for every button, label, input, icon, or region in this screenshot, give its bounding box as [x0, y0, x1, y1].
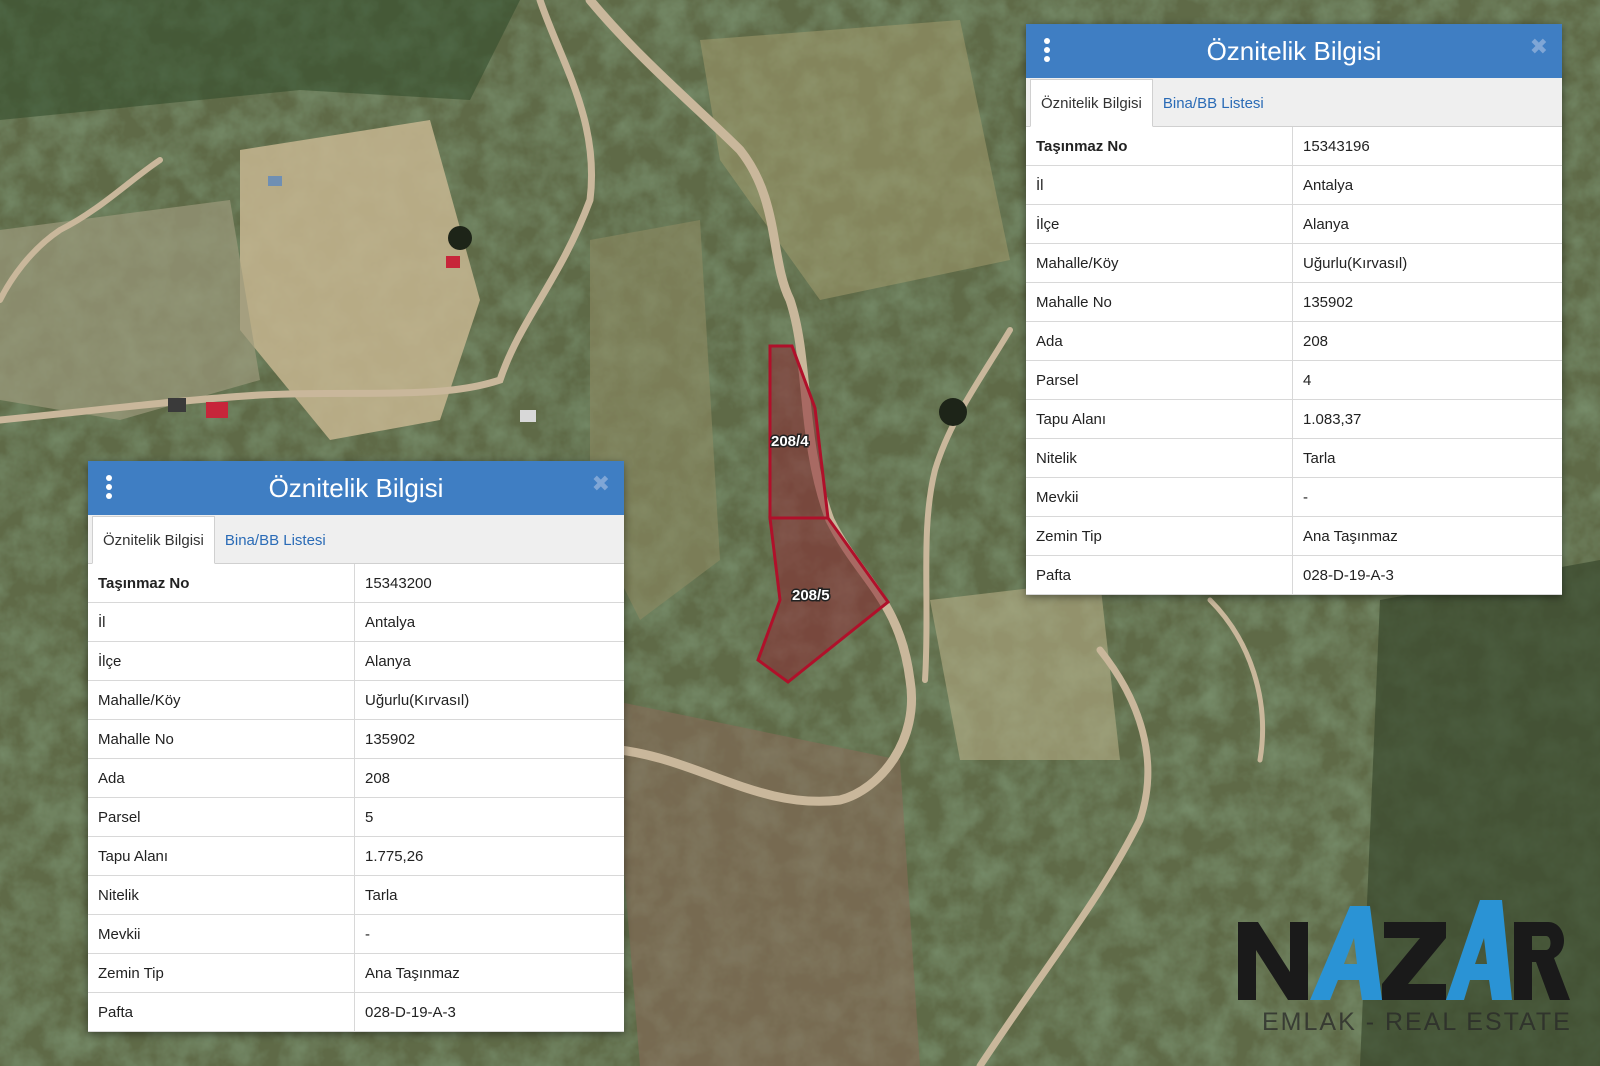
- attribute-table: Taşınmaz No 15343196 İl Antalya İlçe Alanya…: [1026, 127, 1562, 595]
- row-value: Alanya: [1292, 204, 1562, 244]
- row-key: Nitelik: [88, 875, 355, 915]
- table-row: Tapu Alanı 1.775,26: [88, 836, 624, 876]
- row-value: 028-D-19-A-3: [1292, 555, 1562, 595]
- panel-title: Öznitelik Bilgisi: [268, 472, 444, 503]
- vertical-dots-icon[interactable]: [106, 475, 112, 499]
- row-value: Antalya: [354, 602, 624, 642]
- row-key: Mahalle No: [88, 719, 355, 759]
- row-value: Alanya: [354, 641, 624, 681]
- row-key: Mevkii: [1026, 477, 1293, 517]
- table-row: Zemin Tip Ana Taşınmaz: [88, 953, 624, 993]
- attribute-table: Taşınmaz No 15343200 İl Antalya İlçe Alanya…: [88, 564, 624, 1032]
- panel-header: Öznitelik Bilgisi ✖: [88, 461, 624, 515]
- table-row: Mahalle/Köy Uğurlu(Kırvasıl): [1026, 243, 1562, 283]
- table-row: Taşınmaz No 15343196: [1026, 127, 1562, 166]
- panel-tabs: Öznitelik Bilgisi Bina/BB Listesi: [1026, 78, 1562, 127]
- panel-title: Öznitelik Bilgisi: [1206, 35, 1382, 66]
- row-value: Uğurlu(Kırvasıl): [1292, 243, 1562, 283]
- table-row: Parsel 4: [1026, 360, 1562, 400]
- table-row: İlçe Alanya: [1026, 204, 1562, 244]
- table-row: Mevkii -: [88, 914, 624, 954]
- tab-oznitelik-bilgisi[interactable]: Öznitelik Bilgisi: [1030, 79, 1153, 127]
- row-value: 4: [1292, 360, 1562, 400]
- nazar-emlak-logo: EMLAK - REAL ESTATE: [1232, 900, 1572, 1050]
- close-icon[interactable]: ✖: [1530, 36, 1548, 58]
- panel-header: Öznitelik Bilgisi ✖: [1026, 24, 1562, 78]
- row-value: 208: [1292, 321, 1562, 361]
- table-row: Pafta 028-D-19-A-3: [88, 992, 624, 1032]
- row-value: 135902: [354, 719, 624, 759]
- row-key: Parsel: [1026, 360, 1293, 400]
- row-value: Antalya: [1292, 165, 1562, 205]
- row-key: Parsel: [88, 797, 355, 837]
- row-key: Ada: [1026, 321, 1293, 361]
- table-row: İlçe Alanya: [88, 641, 624, 681]
- attribute-panel-right: Öznitelik Bilgisi ✖ Öznitelik Bilgisi Bi…: [1026, 24, 1562, 595]
- parcel-label-208-5: 208/5: [792, 587, 830, 604]
- row-key: Zemin Tip: [1026, 516, 1293, 556]
- table-row: Mahalle No 135902: [1026, 282, 1562, 322]
- row-value: 15343196: [1292, 127, 1562, 166]
- table-row: Tapu Alanı 1.083,37: [1026, 399, 1562, 439]
- row-value: 1.083,37: [1292, 399, 1562, 439]
- table-row: Mahalle No 135902: [88, 719, 624, 759]
- tab-bina-bb-listesi[interactable]: Bina/BB Listesi: [215, 517, 336, 563]
- row-key: Mahalle/Köy: [88, 680, 355, 720]
- row-value: Ana Taşınmaz: [1292, 516, 1562, 556]
- table-row: Ada 208: [1026, 321, 1562, 361]
- row-key: Taşınmaz No: [88, 564, 355, 603]
- row-key: Mahalle No: [1026, 282, 1293, 322]
- tab-bina-bb-listesi[interactable]: Bina/BB Listesi: [1153, 80, 1274, 126]
- row-key: İl: [88, 602, 355, 642]
- tab-oznitelik-bilgisi[interactable]: Öznitelik Bilgisi: [92, 516, 215, 564]
- row-value: 5: [354, 797, 624, 837]
- row-key: Ada: [88, 758, 355, 798]
- row-key: İlçe: [88, 641, 355, 681]
- row-value: 028-D-19-A-3: [354, 992, 624, 1032]
- row-value: -: [1292, 477, 1562, 517]
- table-row: İl Antalya: [1026, 165, 1562, 205]
- row-value: Tarla: [354, 875, 624, 915]
- table-row: Nitelik Tarla: [1026, 438, 1562, 478]
- table-row: İl Antalya: [88, 602, 624, 642]
- vertical-dots-icon[interactable]: [1044, 38, 1050, 62]
- row-key: Mahalle/Köy: [1026, 243, 1293, 283]
- row-value: -: [354, 914, 624, 954]
- row-value: Uğurlu(Kırvasıl): [354, 680, 624, 720]
- row-key: İl: [1026, 165, 1293, 205]
- row-value: Tarla: [1292, 438, 1562, 478]
- close-icon[interactable]: ✖: [592, 473, 610, 495]
- table-row: Parsel 5: [88, 797, 624, 837]
- row-value: 135902: [1292, 282, 1562, 322]
- row-key: Pafta: [88, 992, 355, 1032]
- row-key: Pafta: [1026, 555, 1293, 595]
- table-row: Pafta 028-D-19-A-3: [1026, 555, 1562, 595]
- table-row: Zemin Tip Ana Taşınmaz: [1026, 516, 1562, 556]
- panel-tabs: Öznitelik Bilgisi Bina/BB Listesi: [88, 515, 624, 564]
- row-key: Zemin Tip: [88, 953, 355, 993]
- table-row: Ada 208: [88, 758, 624, 798]
- logo-subtitle: EMLAK - REAL ESTATE: [1262, 1008, 1572, 1036]
- table-row: Taşınmaz No 15343200: [88, 564, 624, 603]
- row-value: Ana Taşınmaz: [354, 953, 624, 993]
- row-value: 208: [354, 758, 624, 798]
- row-key: Mevkii: [88, 914, 355, 954]
- row-value: 15343200: [354, 564, 624, 603]
- row-key: İlçe: [1026, 204, 1293, 244]
- table-row: Mahalle/Köy Uğurlu(Kırvasıl): [88, 680, 624, 720]
- nazar-logo-mark: [1238, 900, 1570, 1000]
- parcel-label-208-4: 208/4: [771, 433, 809, 450]
- row-key: Nitelik: [1026, 438, 1293, 478]
- attribute-panel-left: Öznitelik Bilgisi ✖ Öznitelik Bilgisi Bi…: [88, 461, 624, 1032]
- row-key: Taşınmaz No: [1026, 127, 1293, 166]
- row-key: Tapu Alanı: [1026, 399, 1293, 439]
- row-value: 1.775,26: [354, 836, 624, 876]
- row-key: Tapu Alanı: [88, 836, 355, 876]
- table-row: Mevkii -: [1026, 477, 1562, 517]
- table-row: Nitelik Tarla: [88, 875, 624, 915]
